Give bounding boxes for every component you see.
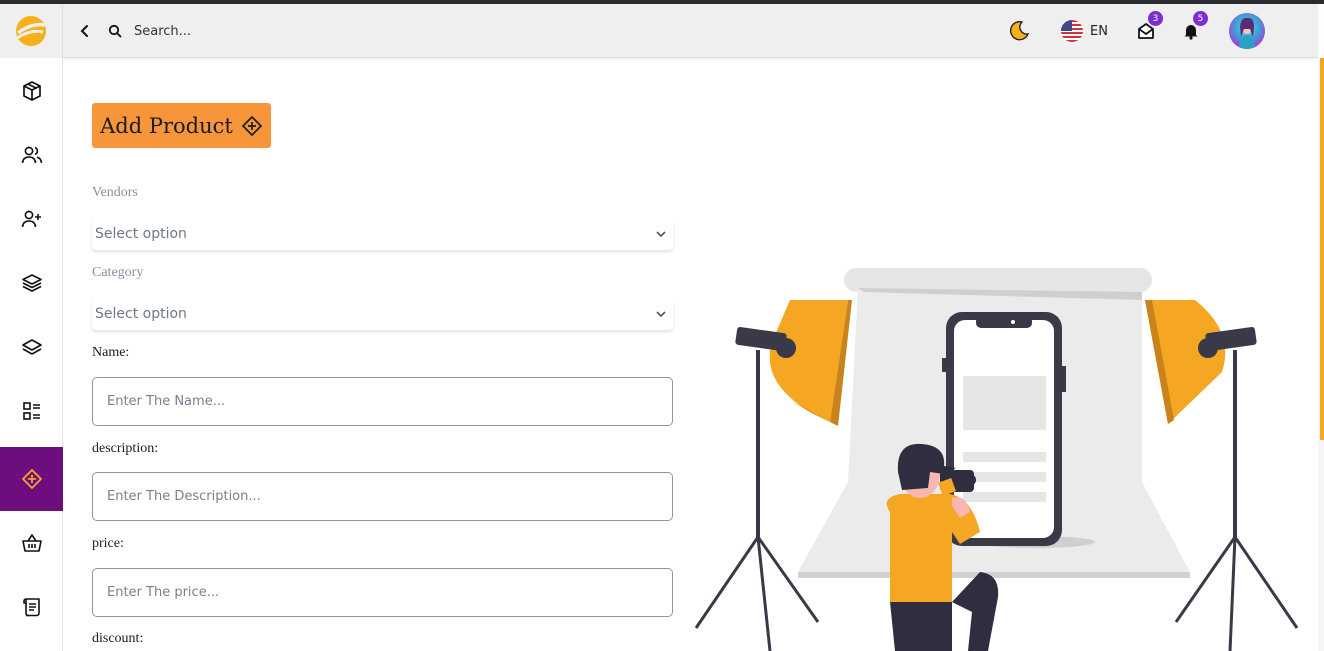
sidebar-item-orders[interactable] [0, 511, 63, 575]
scrollbar-thumb[interactable] [1320, 58, 1324, 440]
sidebar-item-list[interactable] [0, 379, 63, 443]
notifications-badge: 5 [1193, 11, 1208, 26]
user-plus-icon [21, 210, 41, 228]
sidebar-item-reports[interactable] [0, 575, 63, 639]
us-flag-icon [1061, 20, 1083, 42]
add-product-button[interactable]: Add Product [92, 103, 271, 148]
theme-toggle[interactable] [1007, 4, 1031, 58]
description-input[interactable] [92, 472, 673, 521]
vendors-select-value: Select option [95, 226, 187, 242]
list-icon [22, 402, 40, 420]
search-bar [108, 18, 434, 44]
language-code: EN [1090, 23, 1108, 39]
sidebar-item-add-user[interactable] [0, 187, 63, 251]
moon-icon [1009, 20, 1030, 41]
layers-icon [21, 274, 42, 292]
chevron-left-icon [80, 25, 88, 37]
name-input[interactable] [92, 377, 673, 426]
description-label: description: [92, 441, 159, 456]
user-avatar[interactable] [1229, 13, 1265, 49]
name-label: Name: [92, 345, 130, 360]
back-button[interactable] [74, 19, 94, 43]
users-icon [21, 146, 42, 164]
vendors-label: Vendors [92, 185, 138, 200]
top-bar: EN 3 5 [0, 4, 1318, 58]
price-input[interactable] [92, 568, 673, 617]
box-icon [22, 81, 41, 101]
notifications-button[interactable]: 5 [1182, 4, 1208, 58]
add-diamond-icon [242, 115, 262, 136]
vendors-select[interactable]: Select option [92, 218, 673, 250]
sidebar-item-stack[interactable] [0, 315, 63, 379]
language-selector[interactable]: EN [1060, 4, 1108, 58]
messages-button[interactable]: 3 [1137, 4, 1163, 58]
photo-studio-illustration [694, 268, 1299, 651]
app-logo[interactable] [0, 4, 63, 58]
avatar-image [1239, 17, 1255, 49]
search-icon[interactable] [108, 24, 122, 38]
sidebar-item-layers[interactable] [0, 251, 63, 315]
chevron-down-icon [656, 311, 666, 318]
messages-badge: 3 [1148, 11, 1163, 26]
discount-label: discount: [92, 631, 144, 646]
logo-icon [16, 16, 46, 46]
stack-icon [21, 339, 42, 355]
sidebar-item-users[interactable] [0, 123, 63, 187]
search-input[interactable] [134, 23, 434, 39]
sidebar-item-add-product[interactable] [0, 447, 63, 511]
chevron-down-icon [656, 231, 666, 238]
category-select-value: Select option [95, 306, 187, 322]
basket-icon [21, 534, 42, 552]
category-label: Category [92, 265, 144, 280]
price-label: price: [92, 536, 124, 551]
sidebar-item-products[interactable] [0, 59, 63, 123]
sidebar [0, 58, 63, 651]
add-product-label: Add Product [100, 113, 233, 138]
category-select[interactable]: Select option [92, 298, 673, 330]
scroll-icon [22, 598, 40, 617]
add-circle-icon [21, 469, 42, 489]
